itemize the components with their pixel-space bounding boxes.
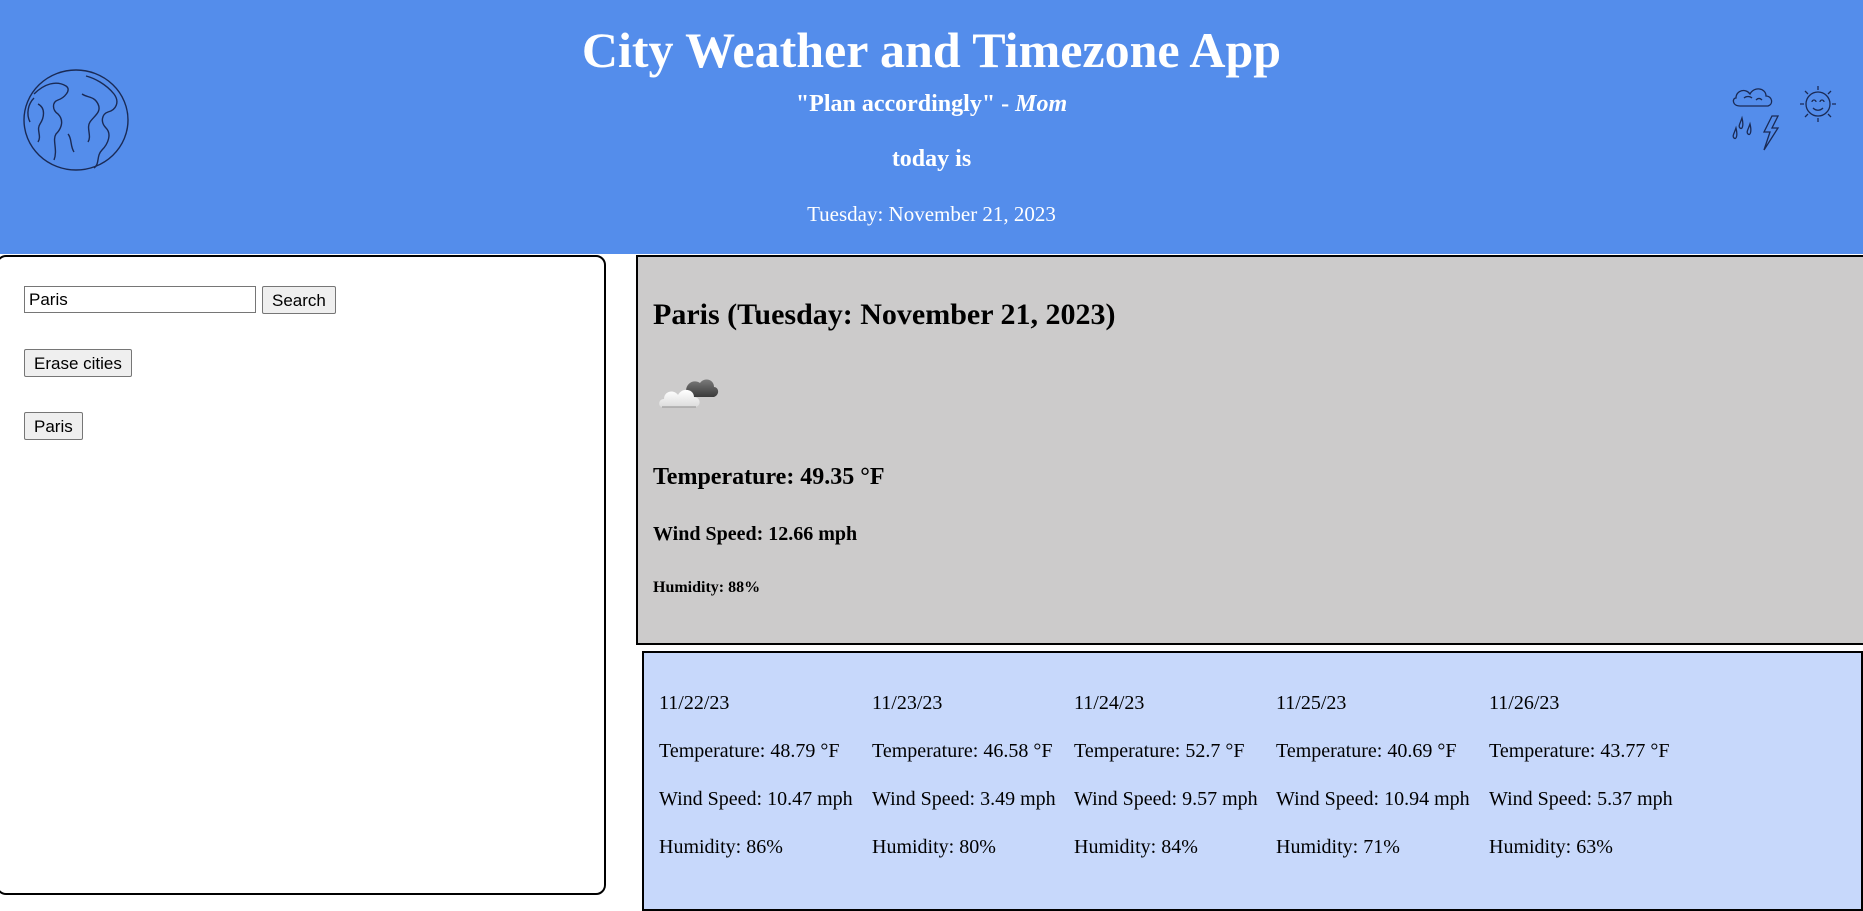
- forecast-wind-speed: Wind Speed: 5.37 mph: [1489, 788, 1673, 810]
- forecast-date: 11/22/23: [659, 692, 730, 714]
- forecast-wind-speed: Wind Speed: 10.47 mph: [659, 788, 853, 810]
- search-button[interactable]: Search: [262, 286, 336, 314]
- forecast-humidity: Humidity: 63%: [1489, 836, 1613, 858]
- weather-doodle-icon: [1732, 86, 1836, 151]
- forecast-date: 11/26/23: [1489, 692, 1560, 714]
- forecast-temperature: Temperature: 48.79 °F: [659, 740, 840, 762]
- tagline-author: Mom: [1015, 91, 1068, 117]
- forecast-temperature: Temperature: 52.7 °F: [1074, 740, 1245, 762]
- forecast-day: 11/22/23 Temperature: 48.79 °F Wind Spee…: [659, 653, 879, 911]
- cloud-with-dark-cloud-icon: [659, 379, 719, 408]
- app-title: City Weather and Timezone App: [581, 22, 1282, 78]
- forecast-wind-speed: Wind Speed: 9.57 mph: [1074, 788, 1258, 810]
- current-wind-speed: Wind Speed: 12.66 mph: [653, 523, 858, 545]
- today-date: Tuesday: November 21, 2023: [807, 202, 1056, 226]
- forecast-humidity: Humidity: 80%: [872, 836, 996, 858]
- forecast-temperature: Temperature: 46.58 °F: [872, 740, 1053, 762]
- forecast-day: 11/26/23 Temperature: 43.77 °F Wind Spee…: [1489, 653, 1709, 911]
- forecast-day: 11/25/23 Temperature: 40.69 °F Wind Spee…: [1276, 653, 1496, 911]
- saved-city-button[interactable]: Paris: [24, 412, 83, 440]
- five-day-forecast-panel: 11/22/23 Temperature: 48.79 °F Wind Spee…: [642, 651, 1863, 911]
- forecast-humidity: Humidity: 86%: [659, 836, 783, 858]
- app-header: City Weather and Timezone App "Plan acco…: [0, 0, 1863, 254]
- forecast-humidity: Humidity: 84%: [1074, 836, 1198, 858]
- forecast-date: 11/24/23: [1074, 692, 1145, 714]
- city-search-sidebar: Search Erase cities Paris: [0, 255, 606, 895]
- forecast-humidity: Humidity: 71%: [1276, 836, 1400, 858]
- forecast-date: 11/25/23: [1276, 692, 1347, 714]
- tagline: "Plan accordingly" - Mom: [0, 88, 1863, 120]
- current-temperature: Temperature: 49.35 °F: [653, 464, 885, 490]
- forecast-wind-speed: Wind Speed: 3.49 mph: [872, 788, 1056, 810]
- forecast-date: 11/23/23: [872, 692, 943, 714]
- forecast-temperature: Temperature: 43.77 °F: [1489, 740, 1670, 762]
- forecast-wind-speed: Wind Speed: 10.94 mph: [1276, 788, 1470, 810]
- tagline-quote: "Plan accordingly": [795, 91, 996, 117]
- erase-cities-button[interactable]: Erase cities: [24, 349, 132, 377]
- forecast-day: 11/23/23 Temperature: 46.58 °F Wind Spee…: [872, 653, 1092, 911]
- forecast-day: 11/24/23 Temperature: 52.7 °F Wind Speed…: [1074, 653, 1294, 911]
- current-city-title: Paris (Tuesday: November 21, 2023): [653, 298, 1116, 331]
- today-label: today is: [891, 146, 972, 172]
- forecast-temperature: Temperature: 40.69 °F: [1276, 740, 1457, 762]
- current-weather-panel: Paris (Tuesday: November 21, 2023) Tempe…: [636, 255, 1863, 645]
- current-humidity: Humidity: 88%: [653, 579, 761, 596]
- tagline-separator: -: [995, 91, 1016, 117]
- city-search-input[interactable]: [24, 286, 256, 313]
